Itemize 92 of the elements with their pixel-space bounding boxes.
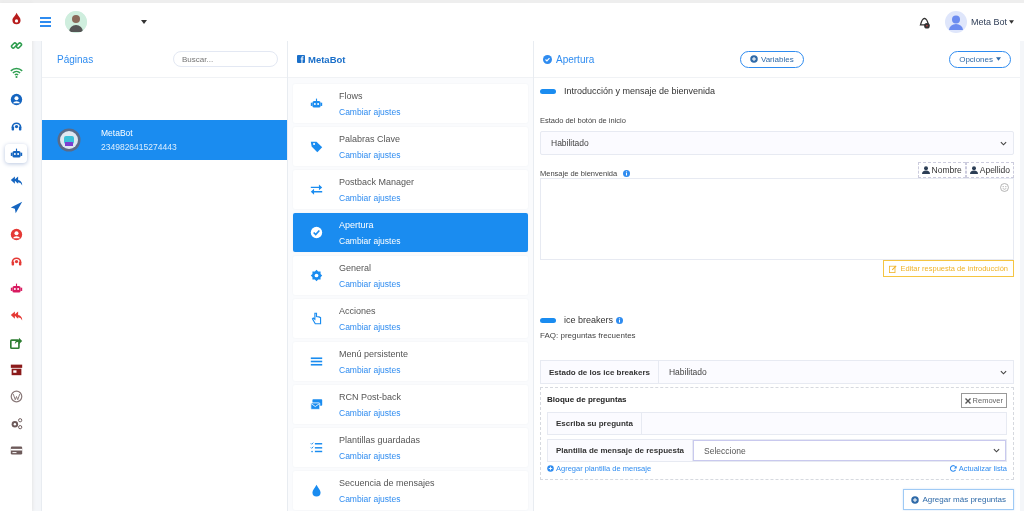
settings-menu-card[interactable]: Plantillas guardadas Cambiar ajustes	[293, 428, 528, 467]
refresh-icon	[949, 465, 957, 472]
page-id: 2349826415274443	[101, 142, 177, 152]
change-settings-link[interactable]: Cambiar ajustes	[339, 450, 401, 461]
settings-menu-card[interactable]: General Cambiar ajustes	[293, 256, 528, 295]
settings-menu-card[interactable]: Palabras Clave Cambiar ajustes	[293, 127, 528, 166]
status-select[interactable]: Habilitado	[540, 131, 1014, 155]
tag-icon	[309, 140, 323, 153]
robot-icon	[9, 282, 23, 295]
change-settings-link[interactable]: Cambiar ajustes	[339, 192, 401, 203]
exchange-arrows-icon	[309, 183, 323, 196]
robot-avatar-icon	[57, 128, 81, 152]
name-variable-button[interactable]: Nombre	[917, 162, 966, 178]
info-icon	[616, 316, 624, 324]
robot-icon	[309, 97, 323, 110]
template-select[interactable]: Seleccione	[693, 440, 1006, 461]
headset-icon	[9, 255, 23, 268]
panel-title: MetaBot	[308, 53, 346, 65]
flame-icon	[9, 12, 23, 25]
surname-variable-button[interactable]: Apellido	[965, 162, 1014, 178]
check-circle-icon	[309, 226, 323, 239]
toggle-switch[interactable]	[540, 88, 556, 94]
page-list-item[interactable]: MetaBot 2349826415274443	[42, 120, 287, 160]
user-icon	[9, 228, 23, 241]
close-icon	[964, 397, 971, 404]
plus-circle-icon	[749, 55, 758, 63]
settings-menu-card[interactable]: RCN Post-back Cambiar ajustes	[293, 385, 528, 424]
change-settings-link[interactable]: Cambiar ajustes	[339, 364, 401, 375]
checklist-icon	[309, 441, 323, 454]
change-settings-link[interactable]: Cambiar ajustes	[339, 278, 401, 289]
robot-icon	[9, 147, 23, 160]
gears-icon	[9, 417, 23, 430]
chevron-down-icon	[993, 448, 1000, 453]
search-field[interactable]: Buscar...	[173, 51, 278, 67]
user-menu[interactable]: Meta Bot	[970, 17, 1007, 27]
change-settings-link[interactable]: Cambiar ajustes	[339, 493, 401, 504]
change-settings-link[interactable]: Cambiar ajustes	[339, 321, 401, 332]
settings-menu-card[interactable]: Menú persistente Cambiar ajustes	[293, 342, 528, 381]
avatar-icon[interactable]	[65, 11, 87, 33]
headset-icon	[9, 120, 23, 133]
drop-icon	[309, 484, 323, 497]
paper-plane-icon	[9, 201, 23, 214]
caret-icon[interactable]	[1009, 20, 1014, 24]
user-icon	[921, 166, 930, 174]
sidebar-nav-item[interactable]	[5, 144, 27, 163]
gear-icon	[309, 269, 323, 282]
settings-menu-card[interactable]: Flows Cambiar ajustes	[293, 84, 528, 123]
settings-menu-card[interactable]: Apertura Cambiar ajustes	[293, 213, 528, 252]
panel-title: Páginas	[57, 53, 94, 65]
plus-circle-icon	[911, 495, 920, 504]
change-settings-link[interactable]: Cambiar ajustes	[339, 407, 401, 418]
edit-icon	[889, 264, 898, 273]
info-icon	[623, 170, 631, 177]
user-icon	[969, 166, 978, 174]
store-icon	[9, 363, 23, 376]
block-title: Bloque de preguntas	[547, 395, 627, 404]
add-questions-button[interactable]: Agregar más preguntas	[903, 489, 1014, 510]
change-settings-link[interactable]: Cambiar ajustes	[339, 235, 401, 246]
wordpress-icon	[9, 390, 23, 403]
wifi-icon	[9, 66, 23, 79]
toggle-switch[interactable]	[540, 317, 556, 323]
facebook-icon	[297, 55, 305, 63]
menu-icon	[309, 355, 323, 368]
caret-icon[interactable]	[141, 20, 147, 24]
welcome-message-field[interactable]	[540, 178, 1014, 260]
menu-icon[interactable]	[40, 17, 51, 27]
section-title: Apertura	[543, 53, 595, 65]
share-icon	[9, 336, 23, 349]
bell-icon[interactable]	[917, 15, 931, 29]
settings-menu-card[interactable]: Secuencia de mensajes Cambiar ajustes	[293, 471, 528, 510]
credit-card-icon	[9, 444, 23, 457]
plus-circle-icon	[547, 465, 554, 472]
user-icon	[9, 93, 23, 106]
check-circle-icon	[543, 54, 552, 64]
envelopes-icon	[309, 398, 323, 411]
caret-icon	[996, 57, 1001, 61]
section-subtitle: FAQ: preguntas frecuentes	[540, 331, 637, 340]
reply-all-icon	[9, 309, 23, 322]
pointing-hand-icon	[309, 312, 323, 325]
reply-all-icon	[9, 174, 23, 187]
chevron-down-icon	[1000, 140, 1007, 146]
change-settings-link[interactable]: Cambiar ajustes	[339, 149, 401, 160]
section-heading: ice breakers	[564, 315, 614, 325]
settings-menu-card[interactable]: Postback Manager Cambiar ajustes	[293, 170, 528, 209]
variables-button[interactable]: Variables	[739, 50, 804, 68]
section-heading: Introducción y mensaje de bienvenida	[564, 86, 716, 96]
user-avatar-icon[interactable]	[944, 11, 967, 33]
link-icon	[9, 39, 23, 52]
options-button[interactable]: Opciones	[949, 50, 1011, 68]
change-settings-link[interactable]: Cambiar ajustes	[339, 106, 401, 117]
settings-menu-card[interactable]: Acciones Cambiar ajustes	[293, 299, 528, 338]
page-name: MetaBot	[101, 128, 134, 138]
